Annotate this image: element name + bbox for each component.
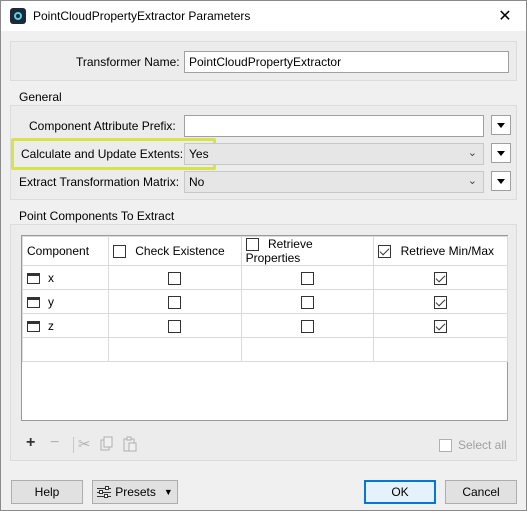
matrix-label: Extract Transformation Matrix: (19, 175, 180, 189)
cut-icon[interactable]: ✂ (78, 435, 91, 453)
table-header-row: Component Check Existence Retrieve Prope… (22, 235, 508, 267)
cancel-button[interactable]: Cancel (445, 480, 517, 504)
attribute-icon (27, 297, 40, 309)
matrix-select[interactable]: No ⌄ (184, 171, 484, 193)
header-retrieve-properties[interactable]: Retrieve Properties (240, 235, 375, 267)
retrieve-properties-checkbox[interactable] (300, 295, 314, 309)
transformer-name-label: Transformer Name: (76, 55, 180, 69)
transformer-name-input[interactable]: PointCloudPropertyExtractor (184, 51, 509, 73)
title-bar: PointCloudPropertyExtractor Parameters ✕ (1, 1, 526, 31)
extents-value: Yes (189, 147, 209, 161)
minus-icon[interactable]: − (50, 434, 59, 452)
presets-dropdown-icon: ▼ (163, 487, 173, 497)
matrix-menu-button[interactable] (491, 171, 511, 191)
matrix-value: No (189, 175, 205, 189)
component-cell: y (22, 289, 109, 315)
component-cell: x (22, 265, 109, 291)
plus-icon[interactable]: + (26, 434, 35, 452)
retrieve-properties-checkbox[interactable] (300, 319, 314, 333)
dropdown-arrow-icon (497, 122, 505, 128)
header-check-existence[interactable]: Check Existence (107, 235, 242, 267)
component-prefix-input[interactable] (184, 115, 484, 137)
paste-icon[interactable] (123, 436, 137, 457)
header-retrieve-properties-checkbox[interactable] (245, 238, 259, 252)
component-prefix-label: Component Attribute Prefix: (29, 119, 176, 133)
component-cell: z (22, 313, 109, 339)
attribute-icon (27, 273, 40, 285)
app-icon (10, 8, 26, 24)
select-all-toggle[interactable]: Select all (439, 438, 507, 452)
check-existence-checkbox[interactable] (168, 319, 182, 333)
components-group-label: Point Components To Extract (19, 209, 175, 223)
select-all-label: Select all (458, 438, 507, 452)
help-button[interactable]: Help (11, 480, 83, 504)
header-retrieve-minmax[interactable]: Retrieve Min/Max (373, 235, 508, 267)
retrieve-minmax-checkbox[interactable] (434, 295, 448, 309)
select-all-checkbox[interactable] (439, 438, 452, 452)
table-row[interactable]: x (22, 265, 508, 291)
toolbar-separator (73, 437, 74, 453)
presets-sliders-icon (97, 486, 112, 498)
header-check-existence-checkbox[interactable] (112, 245, 126, 259)
component-prefix-menu-button[interactable] (491, 115, 511, 135)
components-table: Component Check Existence Retrieve Prope… (21, 235, 508, 421)
window-title: PointCloudPropertyExtractor Parameters (33, 9, 251, 23)
extents-select[interactable]: Yes ⌄ (184, 143, 484, 165)
copy-icon[interactable] (100, 436, 114, 457)
header-retrieve-minmax-checkbox[interactable] (378, 245, 392, 259)
dropdown-arrow-icon (497, 150, 505, 156)
header-component: Component (22, 235, 109, 267)
close-button[interactable]: ✕ (490, 3, 520, 29)
attribute-icon (27, 321, 40, 333)
ok-button[interactable]: OK (364, 480, 436, 504)
table-row-empty[interactable] (22, 337, 508, 363)
retrieve-properties-checkbox[interactable] (300, 271, 314, 285)
presets-button[interactable]: Presets ▼ (92, 480, 178, 504)
retrieve-minmax-checkbox[interactable] (434, 271, 448, 285)
chevron-down-icon: ⌄ (467, 175, 477, 187)
extents-menu-button[interactable] (491, 143, 511, 163)
chevron-down-icon: ⌄ (467, 147, 477, 159)
table-row[interactable]: y (22, 289, 508, 315)
dialog-window: PointCloudPropertyExtractor Parameters ✕… (0, 0, 527, 511)
check-existence-checkbox[interactable] (168, 295, 182, 309)
extents-label: Calculate and Update Extents: (21, 147, 184, 161)
dropdown-arrow-icon (497, 178, 505, 184)
retrieve-minmax-checkbox[interactable] (434, 319, 448, 333)
check-existence-checkbox[interactable] (168, 271, 182, 285)
table-row[interactable]: z (22, 313, 508, 339)
general-group-label: General (19, 90, 62, 104)
presets-label: Presets (115, 485, 156, 499)
